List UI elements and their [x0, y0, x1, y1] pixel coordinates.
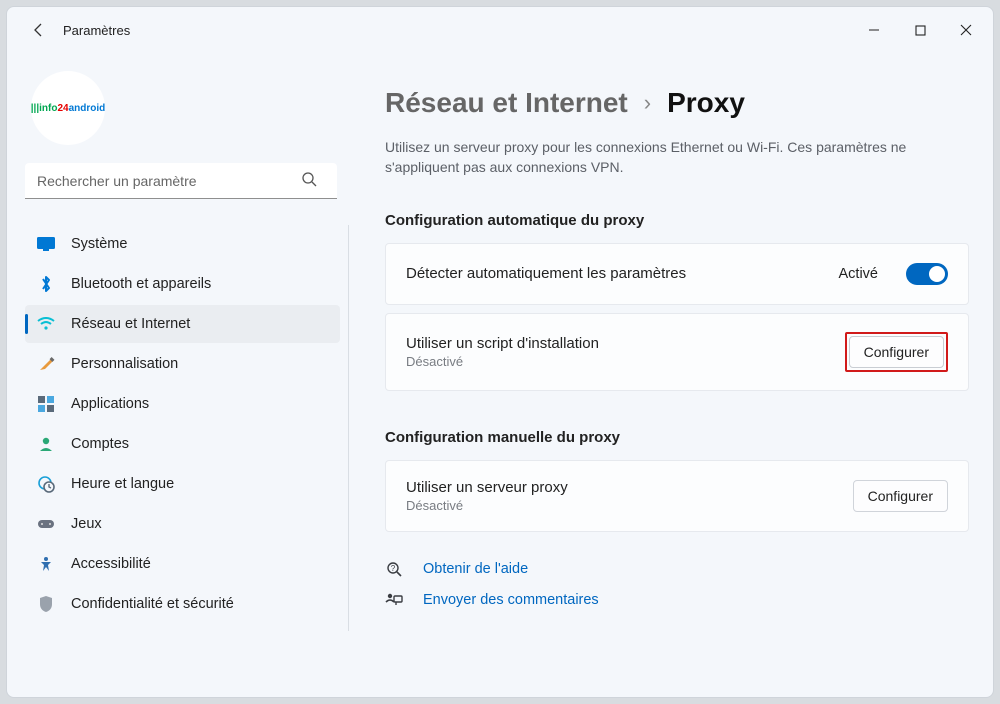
- nav-privacy[interactable]: Confidentialité et sécurité: [25, 585, 340, 623]
- help-icon: ?: [385, 560, 405, 578]
- close-button[interactable]: [943, 7, 989, 53]
- feedback-icon: [385, 592, 405, 608]
- nav-network[interactable]: Réseau et Internet: [25, 305, 340, 343]
- footer-links: ? Obtenir de l'aide Envoyer des commenta…: [385, 560, 969, 608]
- nav-personalization[interactable]: Personnalisation: [25, 345, 340, 383]
- detect-status: Activé: [839, 266, 879, 282]
- shield-icon: [37, 595, 55, 613]
- main-content: Réseau et Internet › Proxy Utilisez un s…: [359, 53, 993, 697]
- script-label: Utiliser un script d'installation: [406, 335, 845, 352]
- bluetooth-icon: [37, 275, 55, 293]
- titlebar: Paramètres: [7, 7, 993, 53]
- nav-time-language[interactable]: Heure et langue: [25, 465, 340, 503]
- section-auto-title: Configuration automatique du proxy: [385, 212, 969, 229]
- settings-window: Paramètres |||info24android: [6, 6, 994, 698]
- accessibility-icon: [37, 555, 55, 573]
- globe-clock-icon: [37, 475, 55, 493]
- detect-toggle[interactable]: [906, 263, 948, 285]
- card-proxy-server: Utiliser un serveur proxy Désactivé Conf…: [385, 460, 969, 532]
- page-description: Utilisez un serveur proxy pour les conne…: [385, 137, 969, 178]
- back-button[interactable]: [21, 22, 57, 38]
- brush-icon: [37, 355, 55, 373]
- nav-label: Personnalisation: [71, 356, 178, 372]
- chevron-right-icon: ›: [644, 90, 651, 116]
- card-setup-script: Utiliser un script d'installation Désact…: [385, 313, 969, 391]
- nav-label: Heure et langue: [71, 476, 174, 492]
- script-configure-button[interactable]: Configurer: [849, 336, 944, 368]
- user-avatar[interactable]: |||info24android: [31, 71, 105, 145]
- search-box: [25, 163, 349, 199]
- breadcrumb: Réseau et Internet › Proxy: [385, 87, 969, 119]
- detect-label: Détecter automatiquement les paramètres: [406, 265, 839, 282]
- window-title: Paramètres: [63, 23, 130, 38]
- server-label: Utiliser un serveur proxy: [406, 479, 853, 496]
- wifi-icon: [37, 315, 55, 333]
- script-status: Désactivé: [406, 354, 845, 369]
- nav-label: Accessibilité: [71, 556, 151, 572]
- search-icon: [301, 171, 317, 192]
- nav-accounts[interactable]: Comptes: [25, 425, 340, 463]
- server-configure-button[interactable]: Configurer: [853, 480, 948, 512]
- sidebar: |||info24android Système Bluetooth et ap…: [7, 53, 359, 697]
- svg-text:?: ?: [391, 564, 396, 573]
- maximize-button[interactable]: [897, 7, 943, 53]
- person-icon: [37, 435, 55, 453]
- minimize-button[interactable]: [851, 7, 897, 53]
- server-status: Désactivé: [406, 498, 853, 513]
- search-input[interactable]: [25, 163, 337, 199]
- card-detect-settings: Détecter automatiquement les paramètres …: [385, 243, 969, 305]
- nav-apps[interactable]: Applications: [25, 385, 340, 423]
- nav-label: Comptes: [71, 436, 129, 452]
- apps-icon: [37, 395, 55, 413]
- annotation-highlight: Configurer: [845, 332, 948, 372]
- nav-bluetooth[interactable]: Bluetooth et appareils: [25, 265, 340, 303]
- nav-label: Jeux: [71, 516, 102, 532]
- nav-system[interactable]: Système: [25, 225, 340, 263]
- nav-list: Système Bluetooth et appareils Réseau et…: [25, 225, 349, 631]
- gamepad-icon: [37, 515, 55, 533]
- breadcrumb-parent[interactable]: Réseau et Internet: [385, 87, 628, 119]
- nav-gaming[interactable]: Jeux: [25, 505, 340, 543]
- nav-label: Confidentialité et sécurité: [71, 596, 234, 612]
- nav-label: Bluetooth et appareils: [71, 276, 211, 292]
- nav-label: Système: [71, 236, 127, 252]
- section-manual-title: Configuration manuelle du proxy: [385, 429, 969, 446]
- display-icon: [37, 235, 55, 253]
- feedback-link[interactable]: Envoyer des commentaires: [423, 592, 599, 608]
- nav-accessibility[interactable]: Accessibilité: [25, 545, 340, 583]
- breadcrumb-current: Proxy: [667, 87, 745, 119]
- help-link[interactable]: Obtenir de l'aide: [423, 561, 528, 577]
- nav-label: Réseau et Internet: [71, 316, 190, 332]
- nav-label: Applications: [71, 396, 149, 412]
